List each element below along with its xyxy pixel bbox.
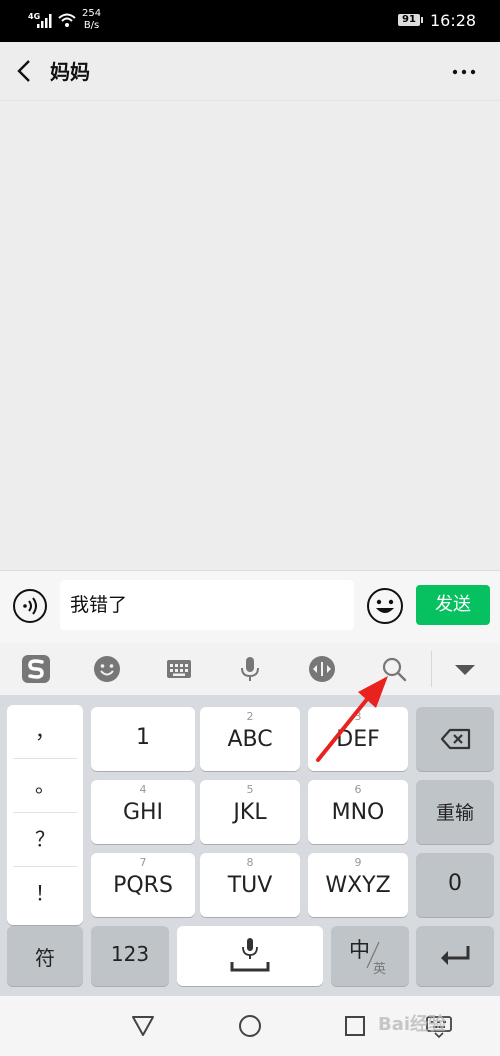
punct-period-key[interactable]: 。	[11, 759, 79, 811]
key-6-mno[interactable]: 6 MNO	[308, 780, 408, 844]
voice-icon[interactable]	[12, 588, 48, 624]
space-key[interactable]	[177, 926, 323, 986]
back-triangle-icon[interactable]	[130, 1014, 156, 1038]
backspace-icon	[440, 728, 471, 750]
punctuation-column[interactable]: ， 。 ？ ！	[7, 705, 83, 925]
punct-comma-key[interactable]: ，	[11, 705, 79, 757]
watermark: Bai经验	[378, 1014, 447, 1035]
collapse-icon[interactable]	[449, 653, 481, 685]
sogou-logo-icon[interactable]	[20, 653, 52, 685]
key-9-wxyz[interactable]: 9 WXYZ	[308, 853, 408, 917]
microphone-icon[interactable]	[234, 653, 266, 685]
enter-icon	[441, 946, 470, 965]
punct-question-key[interactable]: ？	[11, 813, 79, 865]
more-dots-icon[interactable]	[450, 62, 478, 82]
key-7-pqrs[interactable]: 7 PQRS	[91, 853, 195, 917]
home-circle-icon[interactable]	[237, 1013, 263, 1039]
chevron-left-icon[interactable]	[14, 59, 36, 83]
key-1[interactable]: 1	[91, 707, 195, 771]
microphone-icon	[230, 938, 270, 972]
signal-icon	[37, 14, 52, 28]
clock: 16:28	[430, 11, 477, 30]
message-input[interactable]: 我错了	[60, 580, 354, 630]
battery-icon: 91	[398, 14, 420, 26]
chat-header: 妈妈	[0, 42, 500, 101]
punct-exclaim-key[interactable]: ！	[11, 867, 79, 919]
emoji-icon[interactable]	[91, 653, 123, 685]
key-8-tuv[interactable]: 8 TUV	[200, 853, 300, 917]
t9-keyboard: ， 。 ？ ！ 1 2 ABC 3 DEF 4 GHI 5 JKL 6 MNO …	[0, 695, 500, 996]
emoji-icon[interactable]	[366, 587, 404, 625]
annotation-arrow-icon	[316, 676, 388, 762]
page-title: 妈妈	[50, 60, 90, 84]
symbol-key[interactable]: 符	[7, 926, 83, 986]
numbers-key[interactable]: 123	[91, 926, 169, 986]
key-0[interactable]: 0	[416, 853, 494, 917]
key-5-jkl[interactable]: 5 JKL	[200, 780, 300, 844]
input-bar: 我错了 发送	[0, 570, 500, 644]
key-2-abc[interactable]: 2 ABC	[200, 707, 300, 771]
keyboard-icon[interactable]	[163, 653, 195, 685]
battery-tip	[421, 17, 423, 23]
status-bar: 4G 254 B/s 91 16:28	[0, 0, 500, 42]
network-speed: 254 B/s	[82, 8, 102, 31]
key-4-ghi[interactable]: 4 GHI	[91, 780, 195, 844]
keyboard-toolbar	[0, 643, 500, 695]
enter-key[interactable]	[416, 926, 494, 986]
toolbar-divider	[431, 651, 432, 687]
backspace-key[interactable]	[416, 707, 494, 771]
wifi-icon	[58, 13, 76, 27]
recents-square-icon[interactable]	[343, 1014, 367, 1038]
message-area[interactable]	[0, 101, 500, 570]
language-switch-key[interactable]: 中 英	[331, 926, 409, 986]
send-button[interactable]: 发送	[416, 585, 490, 625]
retype-key[interactable]: 重输	[416, 780, 494, 844]
